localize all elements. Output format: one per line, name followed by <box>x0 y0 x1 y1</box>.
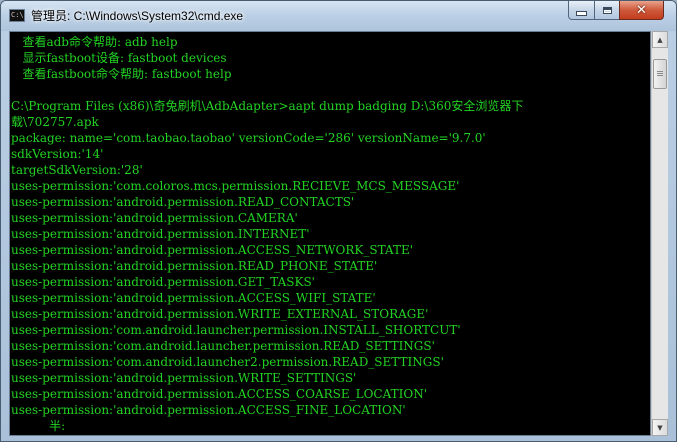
close-icon: ✕ <box>636 2 647 18</box>
thumb-grip-line <box>657 75 663 76</box>
minimize-button[interactable] <box>568 1 595 20</box>
thumb-grip-line <box>657 71 663 72</box>
console-line: 查看adb命令帮助: adb help <box>11 35 178 49</box>
scroll-thumb[interactable] <box>653 59 667 89</box>
console-line: 查看fastboot命令帮助: fastboot help <box>11 67 232 81</box>
console-line: uses-permission:'android.permission.WRIT… <box>11 371 357 385</box>
console-line: uses-permission:'android.permission.ACCE… <box>11 387 428 401</box>
console-line: uses-permission:'android.permission.GET_… <box>11 275 315 289</box>
title-bar[interactable]: C:\ 管理员: C:\Windows\System32\cmd.exe ✕ <box>1 1 676 31</box>
vertical-scrollbar[interactable]: ▲ ▼ <box>651 31 668 436</box>
console-line: uses-permission:'android.permission.ACCE… <box>11 403 406 417</box>
scroll-up-button[interactable]: ▲ <box>652 31 668 48</box>
console-line: uses-permission:'android.permission.READ… <box>11 195 355 209</box>
cmd-window: C:\ 管理员: C:\Windows\System32\cmd.exe ✕ 查… <box>0 0 677 442</box>
console-line: uses-permission:'com.android.launcher2.p… <box>11 355 444 369</box>
maximize-icon <box>602 6 612 14</box>
console-line: C:\Program Files (x86)\奇兔刷机\AdbAdapter>a… <box>11 99 524 113</box>
console-line: uses-permission:'com.android.launcher.pe… <box>11 323 461 337</box>
thumb-grip-line <box>657 73 663 74</box>
console-line: uses-permission:'com.coloros.mcs.permiss… <box>11 179 460 193</box>
console-line: 载\702757.apk <box>11 115 99 129</box>
cmd-console-icon[interactable]: C:\ <box>9 9 25 22</box>
window-title: 管理员: C:\Windows\System32\cmd.exe <box>31 9 244 23</box>
console-line: uses-permission:'com.android.launcher.pe… <box>11 339 435 353</box>
console-line: uses-permission:'android.permission.INTE… <box>11 227 310 241</box>
console-line: 显示fastboot设备: fastboot devices <box>11 51 227 65</box>
console-output[interactable]: 查看adb命令帮助: adb help 显示fastboot设备: fastbo… <box>9 31 651 436</box>
scroll-up-arrow-icon: ▲ <box>657 35 663 44</box>
console-line: uses-permission:'android.permission.ACCE… <box>11 243 413 257</box>
console-line: package: name='com.taobao.taobao' versio… <box>11 131 486 145</box>
console-line: uses-permission:'android.permission.READ… <box>11 259 378 273</box>
console-line: uses-permission:'android.permission.WRIT… <box>11 307 429 321</box>
scroll-down-arrow-icon: ▼ <box>657 423 663 432</box>
console-lines: 查看adb命令帮助: adb help 显示fastboot设备: fastbo… <box>11 34 650 434</box>
console-line: 半: <box>11 419 66 433</box>
scroll-down-button[interactable]: ▼ <box>652 419 668 436</box>
minimize-icon <box>576 10 587 16</box>
console-line: uses-permission:'android.permission.CAME… <box>11 211 298 225</box>
console-line: targetSdkVersion:'28' <box>11 163 143 177</box>
console-line: sdkVersion:'14' <box>11 147 104 161</box>
maximize-button[interactable] <box>594 1 620 20</box>
close-button[interactable]: ✕ <box>619 1 664 20</box>
console-line: uses-permission:'android.permission.ACCE… <box>11 291 376 305</box>
